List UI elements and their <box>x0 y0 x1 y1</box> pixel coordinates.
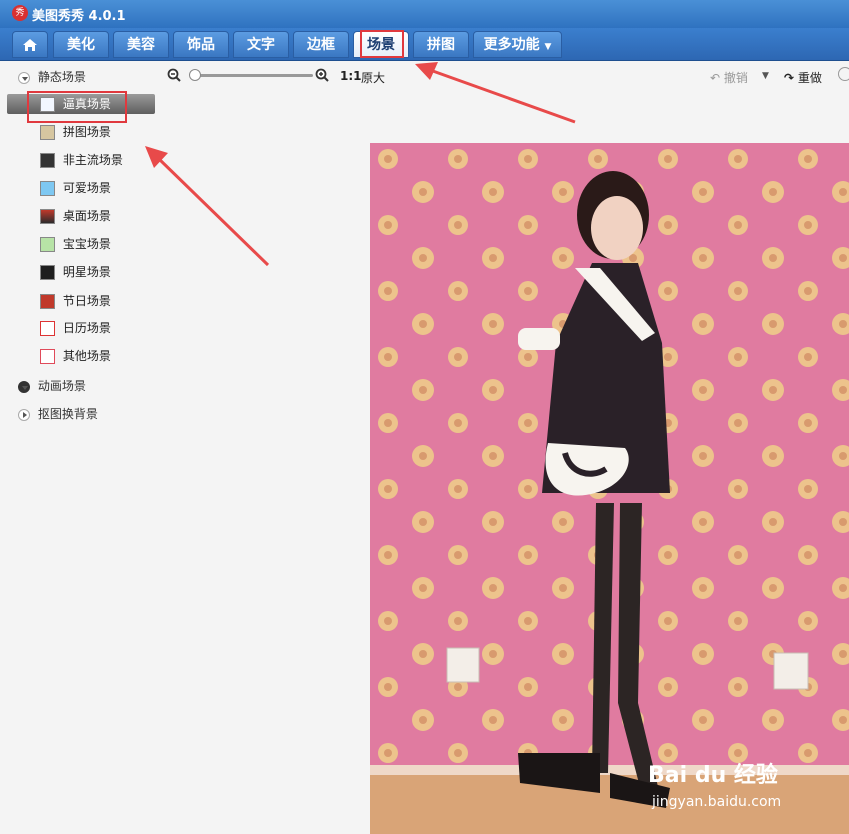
redo-icon: ↷ <box>784 71 795 85</box>
tab-collage[interactable]: 拼图 <box>413 31 469 58</box>
sidebar-item-label: 日历场景 <box>62 321 111 335</box>
sidebar-item-label: 明星场景 <box>62 265 111 279</box>
redo-button[interactable]: ↷ 重做 <box>784 69 822 86</box>
undo-icon: ↶ <box>710 71 721 85</box>
title-bar: 秀 美图秀秀 4.0.1 <box>0 0 849 28</box>
sidebar-item-calendar[interactable]: 日历场景 <box>40 318 111 338</box>
zoom-slider-handle[interactable] <box>189 69 201 81</box>
realistic-item-highlight <box>27 91 127 123</box>
app-logo-icon: 秀 <box>12 5 28 21</box>
baidu-watermark-logo: Bai du 经验 <box>648 763 778 788</box>
zoom-in-icon[interactable] <box>315 68 329 82</box>
baby-scene-icon <box>40 237 55 252</box>
original-size-button[interactable]: 原大 <box>361 69 385 86</box>
alternative-scene-icon <box>40 153 55 168</box>
group-cutout-background[interactable]: 抠图换背景 <box>18 405 98 423</box>
undo-dropdown-icon[interactable]: ▼ <box>762 71 769 81</box>
tab-accessories[interactable]: 饰品 <box>173 31 229 58</box>
sidebar-item-other[interactable]: 其他场景 <box>40 346 111 366</box>
photo-image <box>370 143 849 834</box>
sidebar-item-label: 桌面场景 <box>62 209 111 223</box>
animated-scene-icon <box>18 380 30 393</box>
home-icon <box>23 39 37 51</box>
sidebar-item-celebrity[interactable]: 明星场景 <box>40 262 111 282</box>
tab-text[interactable]: 文字 <box>233 31 289 58</box>
tab-face[interactable]: 美容 <box>113 31 169 58</box>
scene-category-panel: 静态场景 逼真场景 拼图场景 非主流场景 可爱场景 桌面场景 宝宝场景 明星场景… <box>0 61 165 834</box>
redo-label: 重做 <box>797 71 822 85</box>
sidebar-item-baby[interactable]: 宝宝场景 <box>40 234 111 254</box>
group-cutout-label: 抠图换背景 <box>37 407 98 421</box>
group-animated-scenes[interactable]: 动画场景 <box>18 377 86 395</box>
sidebar-item-label: 其他场景 <box>62 349 111 363</box>
main-tab-bar: 美化 美容 饰品 文字 边框 场景 拼图 更多功能 ▼ <box>0 28 849 61</box>
celebrity-scene-icon <box>40 265 55 280</box>
sidebar-item-alternative[interactable]: 非主流场景 <box>40 150 123 170</box>
sidebar-item-label: 宝宝场景 <box>62 237 111 251</box>
sidebar-item-desktop[interactable]: 桌面场景 <box>40 206 111 226</box>
sidebar-item-label: 拼图场景 <box>62 125 111 139</box>
app-title: 美图秀秀 4.0.1 <box>32 9 126 24</box>
undo-button[interactable]: ↶ 撤销 <box>710 69 748 86</box>
tab-home[interactable] <box>12 31 48 58</box>
sidebar-item-label: 非主流场景 <box>62 153 123 167</box>
sidebar-item-holiday[interactable]: 节日场景 <box>40 291 111 311</box>
holiday-scene-icon <box>40 294 55 309</box>
desktop-scene-icon <box>40 209 55 224</box>
sidebar-item-collage[interactable]: 拼图场景 <box>40 122 111 142</box>
sidebar-item-cute[interactable]: 可爱场景 <box>40 178 111 198</box>
expanded-chevron-icon <box>18 71 30 84</box>
heart-icon <box>40 349 55 364</box>
reset-icon[interactable] <box>838 67 849 81</box>
sidebar-item-label: 可爱场景 <box>62 181 111 195</box>
zoom-out-icon[interactable] <box>167 68 181 82</box>
collage-scene-icon <box>40 125 55 140</box>
chevron-down-icon: ▼ <box>544 42 552 52</box>
baidu-watermark-url: jingyan.baidu.com <box>652 794 782 810</box>
edited-photo <box>370 143 849 834</box>
group-static-scenes[interactable]: 静态场景 <box>18 68 86 86</box>
collapsed-chevron-icon <box>18 408 30 421</box>
group-static-label: 静态场景 <box>37 70 86 84</box>
scene-tab-highlight <box>360 30 404 58</box>
tab-frame[interactable]: 边框 <box>293 31 349 58</box>
sidebar-item-label: 节日场景 <box>62 294 111 308</box>
zoom-toolbar: 1:1 原大 ↶ 撤销 ▼ ↷ 重做 <box>165 61 849 91</box>
tab-beautify[interactable]: 美化 <box>53 31 109 58</box>
tab-more-features[interactable]: 更多功能 ▼ <box>473 31 562 58</box>
undo-label: 撤销 <box>723 71 748 85</box>
cute-scene-icon <box>40 181 55 196</box>
calendar-scene-icon <box>40 321 55 336</box>
zoom-slider[interactable] <box>189 69 313 81</box>
actual-size-ratio[interactable]: 1:1 <box>340 69 362 83</box>
group-animated-label: 动画场景 <box>37 379 86 393</box>
more-features-label: 更多功能 <box>483 37 540 53</box>
